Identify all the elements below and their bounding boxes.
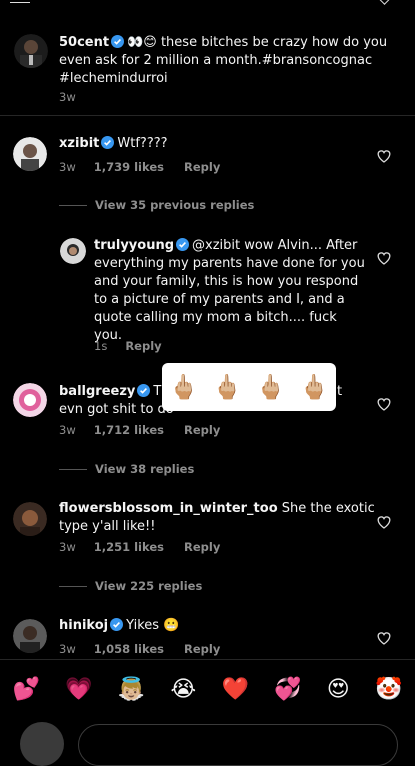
heart-icon[interactable] [376, 250, 392, 266]
divider [59, 204, 87, 206]
verified-badge-icon [101, 136, 115, 149]
comment-username[interactable]: xzibit [59, 136, 99, 151]
avatar[interactable] [13, 137, 47, 171]
comment-meta: 3w 1,712 likes Reply [59, 423, 221, 437]
view-replies-button[interactable]: View 38 replies [59, 462, 194, 476]
avatar[interactable] [13, 619, 47, 653]
heart-icon[interactable] [376, 148, 392, 164]
view-replies-button[interactable]: View 35 previous replies [59, 198, 254, 212]
baby-angel-emoji[interactable]: 👼🏼 [118, 677, 145, 702]
reply-button[interactable]: Reply [184, 642, 220, 656]
comment-text: xzibit Wtf???? [59, 136, 168, 151]
comment-input[interactable] [78, 724, 398, 766]
reply-button[interactable]: Reply [125, 339, 161, 353]
send-icon[interactable] [378, 0, 391, 5]
revolving-hearts-emoji[interactable]: 💞 [274, 677, 301, 702]
avatar[interactable] [14, 34, 48, 68]
reply-text: trulyyoung @xzibit wow Alvin... After eve… [94, 238, 365, 343]
divider [59, 585, 87, 587]
caption-time: 3w [59, 90, 76, 104]
comment-username[interactable]: flowersblossom_in_winter_too [59, 501, 278, 516]
reply-button[interactable]: Reply [184, 423, 220, 437]
growing-heart-emoji[interactable]: 💗 [65, 677, 92, 702]
likes-count[interactable]: 1,739 likes [94, 160, 164, 174]
comment-text: hinikoj Yikes 😬 [59, 618, 180, 633]
comment-meta: 3w 1,251 likes Reply [59, 540, 221, 554]
likes-count[interactable]: 1,058 likes [94, 642, 164, 656]
caption-line-2: even ask for 2 million a month.#bransonc… [59, 53, 373, 68]
heart-icon[interactable] [376, 396, 392, 412]
middle-finger-emoji[interactable]: 🖕🏼 [256, 373, 286, 401]
divider [59, 468, 87, 470]
middle-finger-emoji[interactable]: 🖕🏼 [212, 373, 242, 401]
comment-text: flowersblossom_in_winter_too She the exo… [59, 501, 375, 534]
reply-button[interactable]: Reply [184, 160, 220, 174]
view-replies-button[interactable]: View 225 replies [59, 579, 202, 593]
heart-eyes-emoji[interactable]: 😍 [327, 677, 350, 702]
avatar[interactable] [13, 502, 47, 536]
verified-badge-icon [176, 238, 190, 251]
back-arrow-icon[interactable] [10, 0, 30, 3]
middle-finger-emoji[interactable]: 🖕🏼 [299, 373, 329, 401]
verified-badge-icon [110, 618, 124, 631]
comment-meta: 3w 1,058 likes Reply [59, 642, 221, 656]
middle-finger-emoji[interactable]: 🖕🏼 [169, 373, 199, 401]
avatar[interactable] [13, 383, 47, 417]
emoji-quick-bar: 💕 💗 👼🏼 😭 ❤️ 💞 😍 🤡 [0, 660, 415, 718]
caption-text: 50cent 👀😊 these bitches be crazy how do y… [59, 34, 399, 88]
red-heart-emoji[interactable]: ❤️ [221, 677, 248, 702]
verified-badge-icon [137, 384, 151, 397]
caption-line-3: #lechemindurroi [59, 71, 168, 86]
caption-username[interactable]: 50cent [59, 35, 109, 50]
avatar[interactable] [60, 238, 86, 264]
clown-face-emoji[interactable]: 🤡 [375, 677, 402, 702]
comment-username[interactable]: hinikoj [59, 618, 108, 633]
reply-meta: 1s Reply [94, 339, 162, 353]
user-avatar [20, 722, 64, 766]
verified-badge-icon [111, 35, 125, 48]
reply-button[interactable]: Reply [184, 540, 220, 554]
comment-username[interactable]: trulyyoung [94, 238, 174, 253]
crying-face-emoji[interactable]: 😭 [171, 677, 197, 702]
reaction-popup: 🖕🏼 🖕🏼 🖕🏼 🖕🏼 [162, 363, 336, 411]
heart-icon[interactable] [376, 514, 392, 530]
comment-text-tail: t [337, 384, 343, 399]
likes-count[interactable]: 1,251 likes [94, 540, 164, 554]
comment-username[interactable]: ballgreezy [59, 384, 135, 399]
two-hearts-emoji[interactable]: 💕 [13, 677, 40, 702]
heart-icon[interactable] [376, 630, 392, 646]
comment-meta: 3w 1,739 likes Reply [59, 160, 221, 174]
caption-line-1: 👀😊 these bitches be crazy how do you [127, 35, 388, 50]
likes-count[interactable]: 1,712 likes [94, 423, 164, 437]
divider [0, 115, 415, 116]
